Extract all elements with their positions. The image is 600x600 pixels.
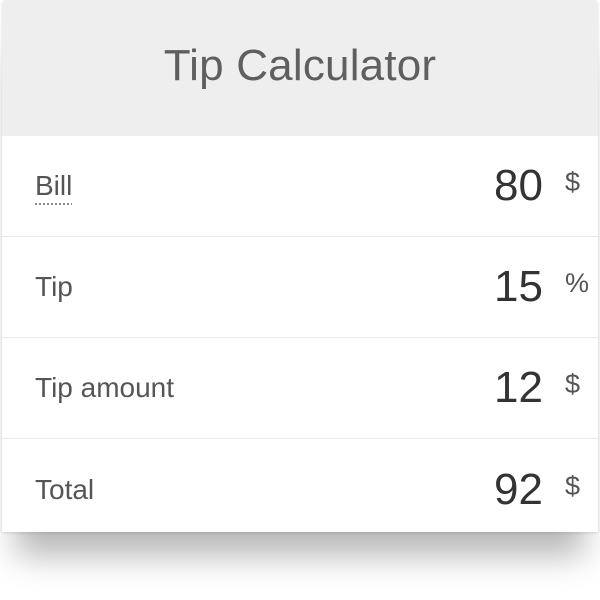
tip-amount-input[interactable]	[363, 363, 543, 413]
field-row-total: Total $	[2, 439, 598, 532]
bill-input[interactable]	[363, 161, 543, 211]
tip-amount-label: Tip amount	[35, 372, 175, 403]
calculator-header: Tip Calculator	[2, 0, 598, 136]
tip-label: Tip	[35, 271, 73, 302]
calculator-title: Tip Calculator	[163, 41, 437, 90]
tip-input[interactable]	[363, 262, 543, 312]
total-input[interactable]	[363, 464, 543, 515]
field-row-tip-amount: Tip amount $	[2, 338, 598, 439]
field-row-tip: Tip %	[2, 237, 598, 338]
field-row-bill: Bill $	[2, 136, 598, 237]
total-label: Total	[35, 473, 95, 505]
bill-label[interactable]: Bill	[35, 170, 72, 202]
total-unit[interactable]: $	[565, 470, 580, 501]
calculator-card: Tip Calculator Bill $ Tip % Tip amount $…	[2, 0, 598, 532]
tip-unit[interactable]: %	[565, 268, 589, 299]
bill-unit[interactable]: $	[565, 167, 580, 198]
tip-amount-unit[interactable]: $	[565, 369, 580, 400]
